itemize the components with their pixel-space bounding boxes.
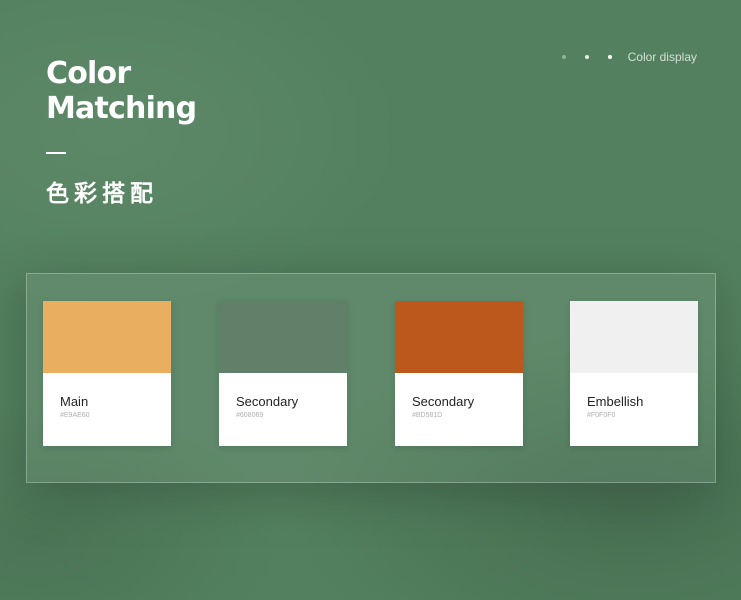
title-line-matching: Matching: [46, 91, 197, 126]
palette-panel: Main #E9AE60 Secondary #608069 Secondary…: [26, 273, 716, 483]
color-card-secondary-green: Secondary #608069: [219, 301, 347, 446]
color-card-secondary-orange: Secondary #BD581D: [395, 301, 523, 446]
color-swatch: [43, 301, 171, 373]
color-card-embellish: Embellish #F0F0F0: [570, 301, 698, 446]
page-title: Color Matching: [46, 56, 197, 126]
color-hex-code: #F0F0F0: [587, 412, 616, 419]
color-swatch: [570, 301, 698, 373]
nav-dot-3[interactable]: [607, 55, 612, 59]
color-name: Main: [60, 394, 89, 409]
color-name: Secondary: [236, 394, 299, 409]
nav-dot-2[interactable]: [584, 55, 589, 59]
title-line-color: Color: [46, 56, 131, 91]
color-matching-page: { "header": { "title_line_1": "Color", "…: [0, 0, 741, 600]
page-nav: Color display: [561, 48, 697, 66]
title-divider: [46, 152, 66, 154]
color-hex-code: #E9AE60: [60, 412, 90, 419]
color-hex-code: #608069: [236, 412, 264, 419]
color-swatch: [395, 301, 523, 373]
nav-label: Color display: [627, 50, 697, 64]
color-card-main: Main #E9AE60: [43, 301, 171, 446]
color-name: Embellish: [587, 394, 644, 409]
color-swatch: [219, 301, 347, 373]
nav-dot-1[interactable]: [561, 55, 566, 59]
color-name: Secondary: [412, 394, 475, 409]
page-subtitle-zh: 色彩搭配: [46, 181, 158, 207]
color-hex-code: #BD581D: [412, 412, 443, 419]
